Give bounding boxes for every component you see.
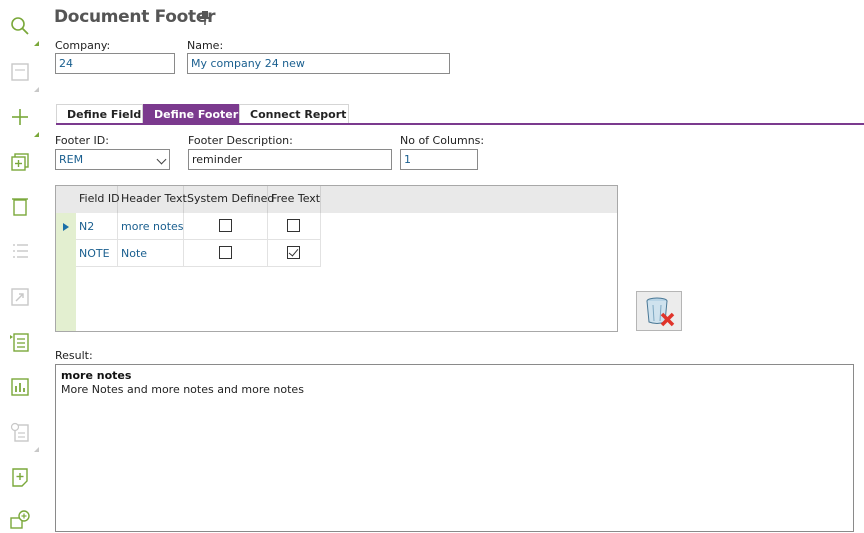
name-label: Name:	[187, 39, 224, 52]
current-row-indicator	[63, 223, 69, 231]
tab-define-field[interactable]: Define Field	[56, 104, 143, 124]
result-title: more notes	[61, 369, 132, 382]
no-of-columns-label: No of Columns:	[400, 134, 485, 147]
trash-delete-icon	[646, 297, 675, 327]
export-icon	[6, 283, 34, 311]
cell-field-id[interactable]: N2	[76, 213, 118, 239]
cell-free-text	[268, 240, 321, 266]
grid-header: Field ID Header Text System Defined Free…	[56, 186, 617, 213]
free-text-checkbox[interactable]	[287, 219, 300, 232]
system-defined-checkbox[interactable]	[219, 219, 232, 232]
col-header-text[interactable]: Header Text	[118, 186, 187, 213]
duplicate-icon[interactable]	[6, 148, 34, 176]
free-text-checkbox[interactable]	[287, 246, 300, 259]
new-note-icon[interactable]	[6, 463, 34, 491]
page-title: Document Footer	[54, 7, 216, 27]
add-icon[interactable]	[6, 103, 34, 131]
cell-system-defined	[184, 213, 268, 239]
save-icon	[6, 58, 34, 86]
table-row[interactable]: N2 more notes	[76, 213, 321, 240]
pin-icon[interactable]	[198, 10, 212, 26]
chevron-down-icon	[156, 154, 167, 165]
list-icon	[6, 237, 34, 265]
info-icon	[6, 418, 34, 446]
cell-system-defined	[184, 240, 268, 266]
col-free-text[interactable]: Free Text	[268, 186, 321, 213]
no-of-columns-field[interactable]: 1	[400, 149, 478, 170]
tab-define-footer[interactable]: Define Footer	[143, 104, 239, 124]
col-system-defined[interactable]: System Defined	[184, 186, 274, 213]
result-preview: more notes More Notes and more notes and…	[55, 364, 854, 532]
footer-description-field[interactable]: reminder	[188, 149, 392, 170]
result-body: More Notes and more notes and more notes	[61, 383, 304, 396]
comment-add-icon[interactable]	[6, 507, 34, 533]
delete-row-button[interactable]	[636, 291, 682, 331]
table-row[interactable]: NOTE Note	[76, 240, 321, 267]
document-footer-window: Document Footer Company: 24 Name: My com…	[0, 0, 864, 533]
tab-connect-report[interactable]: Connect Report	[239, 104, 349, 124]
search-icon[interactable]	[6, 12, 34, 40]
company-field[interactable]: 24	[55, 53, 175, 74]
system-defined-checkbox[interactable]	[219, 246, 232, 259]
company-label: Company:	[55, 39, 111, 52]
result-label: Result:	[55, 349, 93, 362]
delete-icon[interactable]	[6, 192, 34, 220]
footer-id-value: REM	[59, 153, 84, 166]
chart-icon[interactable]	[6, 373, 34, 401]
left-toolbar	[0, 0, 40, 533]
footer-description-label: Footer Description:	[188, 134, 293, 147]
cell-header-text[interactable]: more notes	[118, 213, 184, 239]
details-icon[interactable]	[6, 328, 34, 356]
col-field-id[interactable]: Field ID	[76, 186, 120, 213]
name-field[interactable]: My company 24 new	[187, 53, 450, 74]
tab-underline	[56, 123, 864, 125]
fields-grid: Field ID Header Text System Defined Free…	[55, 185, 618, 332]
cell-free-text	[268, 213, 321, 239]
footer-id-label: Footer ID:	[55, 134, 109, 147]
cell-header-text[interactable]: Note	[118, 240, 184, 266]
footer-id-dropdown[interactable]: REM	[55, 149, 170, 170]
cell-field-id[interactable]: NOTE	[76, 240, 118, 266]
